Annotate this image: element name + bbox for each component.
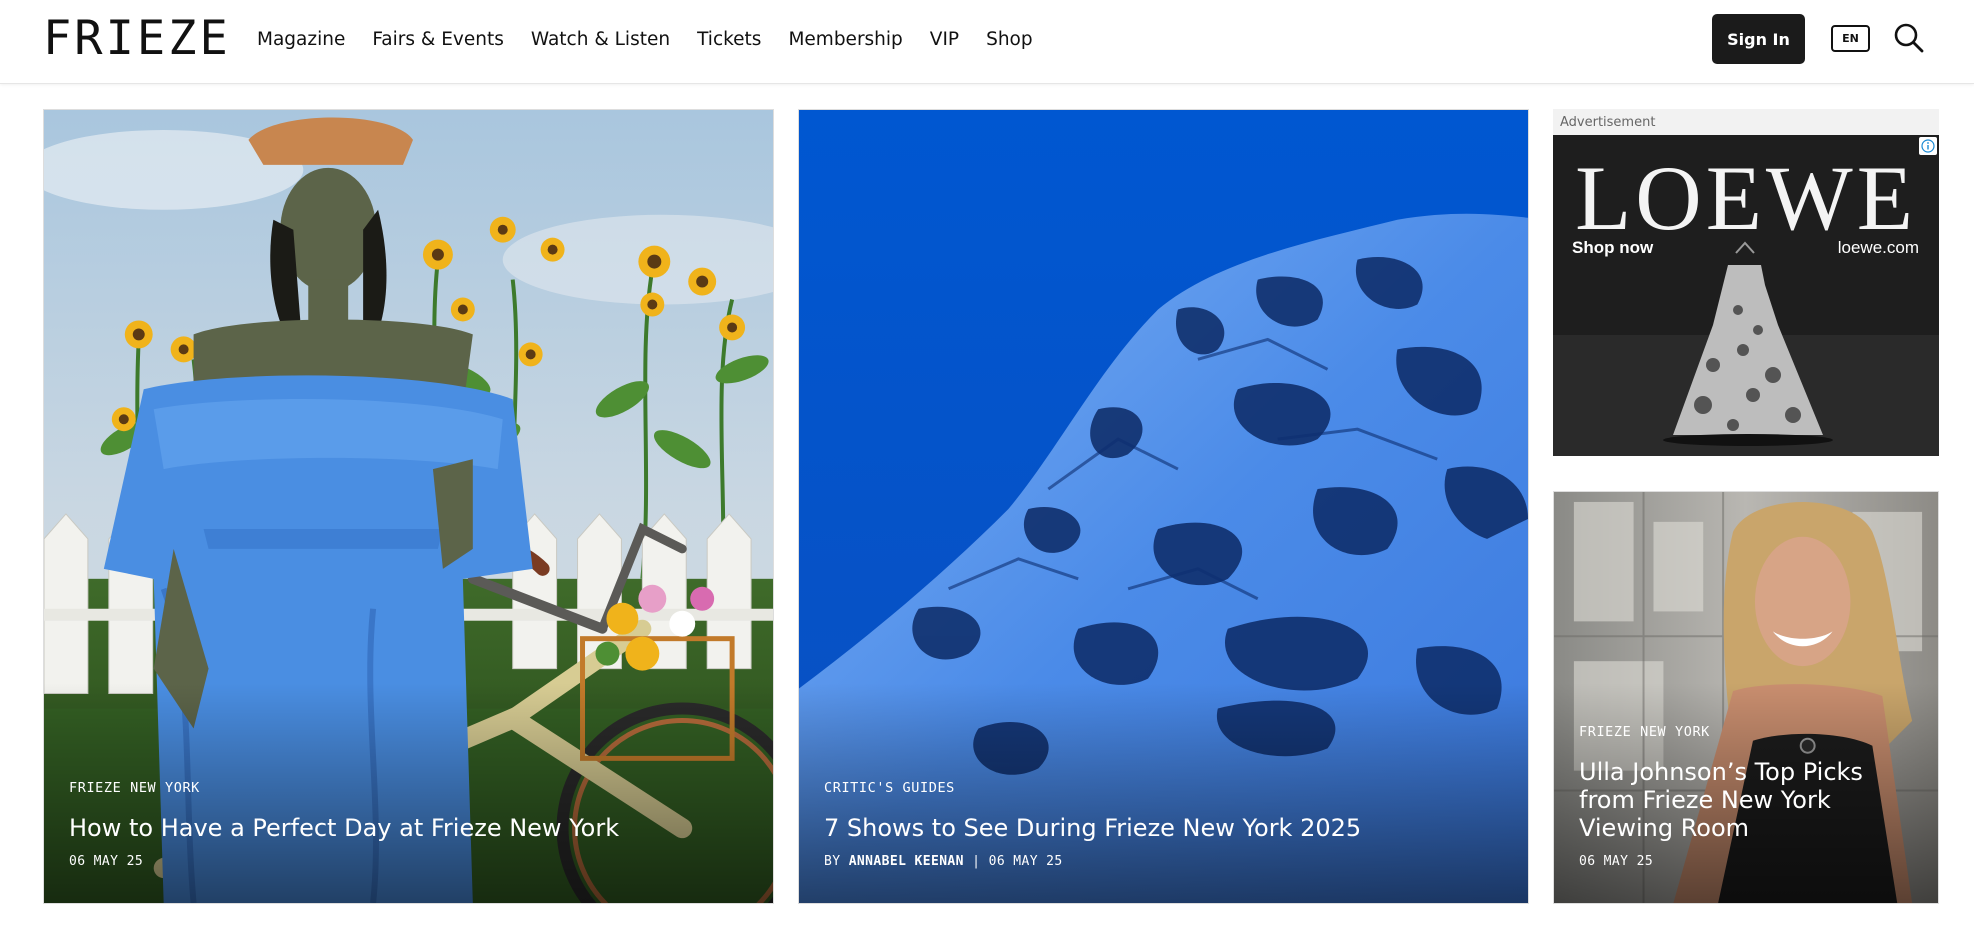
nav-shop[interactable]: Shop — [986, 29, 1033, 50]
nav-watch-listen[interactable]: Watch & Listen — [531, 29, 670, 50]
article-meta: CRITIC'S GUIDES 7 Shows to See During Fr… — [824, 780, 1508, 869]
article-title[interactable]: 7 Shows to See During Frieze New York 20… — [824, 814, 1508, 842]
nav-magazine[interactable]: Magazine — [257, 29, 345, 50]
nav-tickets[interactable]: Tickets — [697, 29, 761, 50]
ad-url[interactable]: loewe.com — [1838, 238, 1919, 258]
site-header: FRIEZE Magazine Fairs & Events Watch & L… — [0, 0, 1974, 84]
language-selector[interactable]: EN — [1831, 25, 1870, 52]
article-title[interactable]: Ulla Johnson’s Top Picks from Frieze New… — [1579, 758, 1918, 842]
byline-separator: | — [972, 854, 981, 869]
ad-label: Advertisement — [1560, 115, 1656, 130]
advertisement: Advertisement LOEWE Shop now loewe.com — [1553, 109, 1939, 456]
article-category[interactable]: FRIEZE NEW YORK — [1579, 724, 1918, 740]
article-meta: FRIEZE NEW YORK Ulla Johnson’s Top Picks… — [1579, 724, 1918, 869]
article-card-perfect-day[interactable]: FRIEZE NEW YORK How to Have a Perfect Da… — [43, 109, 774, 904]
info-icon[interactable] — [1919, 137, 1937, 155]
ad-creative[interactable]: LOEWE Shop now loewe.com — [1553, 135, 1939, 456]
article-category[interactable]: FRIEZE NEW YORK — [69, 780, 753, 796]
article-date: 06 MAY 25 — [69, 854, 144, 869]
nav-fairs-events[interactable]: Fairs & Events — [372, 29, 504, 50]
article-byline: BY ANNABEL KEENAN | 06 MAY 25 — [824, 854, 1508, 869]
article-author[interactable]: ANNABEL KEENAN — [849, 854, 964, 869]
main-nav: Magazine Fairs & Events Watch & Listen T… — [257, 0, 1060, 78]
byline-prefix: BY — [824, 854, 841, 869]
article-category[interactable]: CRITIC'S GUIDES — [824, 780, 1508, 796]
ad-shop-now[interactable]: Shop now — [1572, 238, 1653, 258]
article-date: 06 MAY 25 — [988, 854, 1063, 869]
nav-vip[interactable]: VIP — [930, 29, 959, 50]
ad-brand: LOEWE — [1575, 147, 1917, 249]
sign-in-button[interactable]: Sign In — [1712, 14, 1805, 64]
article-card-seven-shows[interactable]: CRITIC'S GUIDES 7 Shows to See During Fr… — [798, 109, 1529, 904]
article-meta: FRIEZE NEW YORK How to Have a Perfect Da… — [69, 780, 753, 869]
frieze-logo[interactable]: FRIEZE — [43, 13, 231, 65]
article-date: 06 MAY 25 — [1579, 854, 1654, 869]
search-icon[interactable] — [1893, 22, 1925, 54]
nav-membership[interactable]: Membership — [788, 29, 902, 50]
article-title[interactable]: How to Have a Perfect Day at Frieze New … — [69, 814, 753, 842]
article-card-ulla-johnson[interactable]: FRIEZE NEW YORK Ulla Johnson’s Top Picks… — [1553, 491, 1939, 904]
